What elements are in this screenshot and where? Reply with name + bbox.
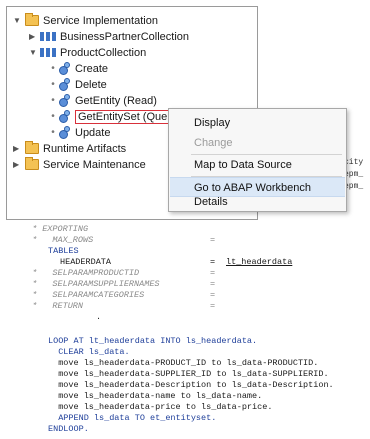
chevron-right-icon[interactable]: ▶ [13, 157, 23, 173]
bullet-icon: • [51, 63, 55, 74]
tree-node-label: Delete [75, 79, 107, 91]
bullet-icon: • [51, 111, 55, 122]
code-line-move: move ls_headerdata-price to ls_data-pric… [48, 402, 273, 412]
tree-node-business-partner-collection[interactable]: ▶ BusinessPartnerCollection [29, 29, 189, 45]
code-equals: = [210, 268, 216, 278]
code-line-tables: TABLES [48, 246, 79, 256]
code-line-move: move ls_headerdata-Description to ls_dat… [48, 380, 334, 390]
tree-node-service-maintenance[interactable]: ▶ Service Maintenance [13, 157, 146, 173]
folder-icon [25, 13, 39, 26]
code-line-move: move ls_headerdata-PRODUCT_ID to ls_data… [48, 358, 319, 368]
menu-item-change[interactable]: Change [170, 133, 345, 153]
menu-item-display[interactable]: Display [170, 113, 345, 133]
code-equals: = [210, 301, 216, 311]
menu-item-map-to-data-source[interactable]: Map to Data Source [170, 155, 345, 175]
code-line-append: APPEND ls_data TO et_entityset. [48, 413, 217, 423]
code-line-loop: LOOP AT lt_headerdata INTO ls_headerdata… [48, 336, 258, 346]
code-line-selparamcategories: * SELPARAMCATEGORIES [32, 290, 145, 300]
operation-gear-icon [58, 126, 71, 139]
tree-node-label: BusinessPartnerCollection [60, 31, 190, 43]
chevron-right-icon[interactable]: ▶ [29, 29, 39, 45]
entity-set-icon [40, 32, 56, 41]
bullet-icon: • [51, 95, 55, 106]
chevron-down-icon[interactable]: ▼ [13, 13, 23, 29]
chevron-down-icon[interactable]: ▼ [29, 45, 39, 61]
code-line-headerdata: HEADERDATA [60, 257, 112, 267]
folder-icon [25, 141, 39, 154]
tree-node-delete[interactable]: • Delete [49, 77, 107, 93]
tree-node-label: Service Implementation [43, 15, 158, 27]
code-equals: = [210, 290, 216, 300]
code-line-endloop: ENDLOOP. [48, 424, 89, 434]
tree-node-label-selected: GetEntitySet (Query) [75, 110, 171, 124]
chevron-right-icon[interactable]: ▶ [13, 141, 23, 157]
code-equals: = [210, 279, 216, 289]
bullet-icon: • [51, 79, 55, 90]
bullet-icon: • [51, 127, 55, 138]
code-line-max-rows: * MAX_ROWS [32, 235, 94, 245]
tree-node-create[interactable]: • Create [49, 61, 108, 77]
operation-gear-icon [58, 110, 71, 123]
code-line-clear: CLEAR ls_data. [48, 347, 130, 357]
abap-code-editor[interactable]: * EXPORTING * MAX_ROWS = TABLES HEADERDA… [0, 222, 370, 439]
tree-node-getentityset[interactable]: • GetEntitySet (Query) [49, 109, 171, 125]
code-equals: = [210, 257, 216, 267]
tree-node-update[interactable]: • Update [49, 125, 110, 141]
menu-item-details[interactable]: Details [170, 193, 345, 211]
tree-node-label: Update [75, 127, 111, 139]
code-line-dot: . [96, 312, 102, 322]
tree-node-label: Service Maintenance [43, 159, 146, 171]
code-line-selparamproductid: * SELPARAMPRODUCTID [32, 268, 140, 278]
operation-gear-icon [58, 94, 71, 107]
context-menu: Display Change Map to Data Source Go to … [168, 108, 347, 212]
code-headerdata-value: lt_headerdata [226, 257, 293, 267]
tree-node-getentity[interactable]: • GetEntity (Read) [49, 93, 157, 109]
tree-node-label: ProductCollection [60, 47, 147, 59]
code-line-move: move ls_headerdata-SUPPLIER_ID to ls_dat… [48, 369, 329, 379]
tree-node-service-implementation[interactable]: ▼ Service Implementation [13, 13, 158, 29]
code-line-selparamsuppliernames: * SELPARAMSUPPLIERNAMES [32, 279, 160, 289]
operation-gear-icon [58, 62, 71, 75]
tree-node-product-collection[interactable]: ▼ ProductCollection [29, 45, 146, 61]
folder-icon [25, 157, 39, 170]
code-line-exporting: * EXPORTING [32, 224, 89, 234]
code-line-return: * RETURN [32, 301, 84, 311]
tree-node-label: GetEntity (Read) [75, 95, 157, 107]
tree-node-runtime-artifacts[interactable]: ▶ Runtime Artifacts [13, 141, 126, 157]
code-equals: = [210, 235, 216, 245]
tree-node-label: Create [75, 63, 109, 75]
operation-gear-icon [58, 78, 71, 91]
entity-set-icon [40, 48, 56, 57]
code-line-move: move ls_headerdata-name to ls_data-name. [48, 391, 263, 401]
tree-node-label: Runtime Artifacts [43, 143, 127, 155]
